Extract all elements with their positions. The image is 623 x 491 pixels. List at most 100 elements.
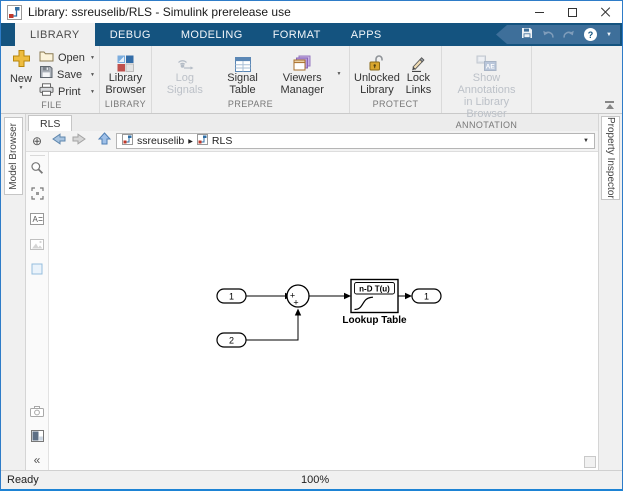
new-label: New xyxy=(9,73,32,85)
model-browser-tab[interactable]: Model Browser xyxy=(4,117,23,195)
prepare-gallery-dropdown[interactable]: ▼ xyxy=(333,49,345,99)
minimize-ribbon-button[interactable] xyxy=(605,101,614,109)
close-icon xyxy=(601,7,611,17)
window-title: Library: ssreuselib/RLS - Simulink prere… xyxy=(28,5,291,19)
tab-debug[interactable]: DEBUG xyxy=(95,23,166,46)
minimize-button[interactable] xyxy=(523,1,556,23)
workspace: A « 1 2 + + n-D T(u) Lookup Table 1 xyxy=(26,152,598,470)
unlocked-library-button[interactable]: Unlocked Library xyxy=(354,49,400,99)
log-signals-icon xyxy=(175,49,195,72)
sum-plus-bottom: + xyxy=(293,298,298,308)
palette-separator xyxy=(29,155,45,156)
unlocked-padlock-icon xyxy=(368,49,385,72)
outport-1-block[interactable]: 1 xyxy=(411,288,442,304)
main-area: Model Browser RLS ⊕ ssreuselib ▶ RLS ▼ A… xyxy=(1,114,622,470)
print-dropdown-icon[interactable]: ▼ xyxy=(90,89,95,95)
quick-access-toolbar: ? ▼ xyxy=(496,25,620,44)
up-to-parent-button[interactable] xyxy=(97,132,112,150)
breadcrumb-dropdown-icon[interactable]: ▼ xyxy=(583,138,589,144)
new-dropdown-icon[interactable]: ▼ xyxy=(19,85,24,91)
open-label: Open xyxy=(58,51,85,64)
maximize-icon xyxy=(568,7,577,17)
model-browser-label: Model Browser xyxy=(8,122,19,190)
tab-apps[interactable]: APPS xyxy=(336,23,397,46)
navigation-toolbar: ⊕ ssreuselib ▶ RLS ▼ xyxy=(26,131,598,152)
annotations-icon: AE xyxy=(476,49,497,72)
inport-2-block[interactable]: 2 xyxy=(216,332,247,348)
back-button[interactable] xyxy=(52,132,66,150)
lookup-table-block[interactable]: n-D T(u) Lookup Table xyxy=(342,278,407,327)
annotation-section-label: ANNOTATION xyxy=(455,120,518,130)
camera-icon xyxy=(30,404,44,422)
close-button[interactable] xyxy=(589,1,622,23)
show-annotations-label: Show Annotations in Library Browser xyxy=(457,72,516,120)
breadcrumb-item-rls[interactable]: RLS xyxy=(212,135,232,147)
left-panel-strip: Model Browser xyxy=(1,114,26,470)
ribbon-section-prepare: Log Signals Signal Table Viewers Manager… xyxy=(152,46,350,113)
breadcrumb[interactable]: ssreuselib ▶ RLS ▼ xyxy=(116,133,595,149)
print-button[interactable]: Print ▼ xyxy=(39,82,95,100)
qat-dropdown-icon[interactable]: ▼ xyxy=(606,32,612,38)
tab-rls[interactable]: RLS xyxy=(28,115,73,131)
ribbon-tab-strip: LIBRARY DEBUG MODELING FORMAT APPS ? ▼ xyxy=(1,23,622,46)
library-section-label: LIBRARY xyxy=(104,99,147,109)
svg-text:AE: AE xyxy=(486,64,496,71)
sum-block[interactable]: + + xyxy=(286,284,310,308)
library-browser-button[interactable]: Library Browser xyxy=(104,49,147,99)
property-inspector-label: Property Inspector xyxy=(605,117,616,199)
outport-1-label: 1 xyxy=(424,292,429,302)
document-area: RLS ⊕ ssreuselib ▶ RLS ▼ A « 1 2 + + n-D… xyxy=(26,114,598,470)
tab-modeling[interactable]: MODELING xyxy=(166,23,258,46)
svg-text:A: A xyxy=(33,215,39,224)
signal-table-button[interactable]: Signal Table xyxy=(214,49,272,99)
new-button[interactable]: New ▼ xyxy=(8,49,34,100)
viewers-manager-button[interactable]: Viewers Manager xyxy=(271,49,333,99)
open-button[interactable]: Open ▼ xyxy=(39,49,95,66)
help-icon[interactable]: ? xyxy=(584,28,598,41)
tab-library[interactable]: LIBRARY xyxy=(15,23,95,46)
breadcrumb-item-ssreuselib[interactable]: ssreuselib xyxy=(137,135,184,147)
ribbon: New ▼ Open ▼ Save ▼ Print ▼ FILE Library… xyxy=(1,46,622,130)
ribbon-section-library: Library Browser LIBRARY xyxy=(100,46,152,113)
show-annotations-button: AE Show Annotations in Library Browser xyxy=(446,49,527,120)
lock-links-pencil-icon xyxy=(410,49,426,72)
tab-format[interactable]: FORMAT xyxy=(258,23,336,46)
screenshot-icon[interactable] xyxy=(30,429,44,447)
property-inspector-tab[interactable]: Property Inspector xyxy=(601,116,620,200)
signal-table-label: Signal Table xyxy=(227,72,258,96)
annotation-tool-icon[interactable]: A xyxy=(30,212,44,230)
title-bar: Library: ssreuselib/RLS - Simulink prere… xyxy=(1,1,622,23)
breadcrumb-separator-icon: ▶ xyxy=(188,138,193,145)
save-icon xyxy=(39,65,53,84)
save-icon[interactable] xyxy=(521,26,533,44)
library-browser-icon xyxy=(117,49,134,72)
prepare-dropdown-icon: ▼ xyxy=(336,71,342,77)
print-label: Print xyxy=(58,85,81,98)
diagram-canvas[interactable]: 1 2 + + n-D T(u) Lookup Table 1 xyxy=(49,152,598,470)
library-browser-label: Library Browser xyxy=(105,72,146,96)
unlocked-library-label: Unlocked Library xyxy=(354,72,400,96)
right-panel-strip: Property Inspector xyxy=(598,114,622,470)
ribbon-section-protect: Unlocked Library Lock Links PROTECT xyxy=(350,46,442,113)
log-signals-label: Log Signals xyxy=(166,72,203,96)
redo-icon[interactable] xyxy=(563,26,575,44)
save-button[interactable]: Save ▼ xyxy=(39,66,95,83)
fit-to-view-icon[interactable] xyxy=(30,187,44,205)
signal-table-icon xyxy=(234,49,251,72)
canvas-corner-widget[interactable] xyxy=(584,456,596,468)
minimize-icon xyxy=(535,11,544,13)
area-box-icon[interactable] xyxy=(31,262,43,280)
subsystem-icon xyxy=(196,132,208,150)
save-dropdown-icon[interactable]: ▼ xyxy=(90,72,95,78)
undo-icon[interactable] xyxy=(542,26,554,44)
lock-links-label: Lock Links xyxy=(405,72,432,96)
inport-1-block[interactable]: 1 xyxy=(216,288,247,304)
maximize-button[interactable] xyxy=(556,1,589,23)
lock-links-button[interactable]: Lock Links xyxy=(400,49,437,99)
collapse-toolbar-icon[interactable]: « xyxy=(34,454,41,466)
open-dropdown-icon[interactable]: ▼ xyxy=(90,55,95,61)
forward-button[interactable] xyxy=(72,132,86,150)
hide-explorer-bar-button[interactable]: ⊕ xyxy=(29,134,45,148)
zoom-icon[interactable] xyxy=(30,161,44,180)
lookup-block-name: Lookup Table xyxy=(342,315,407,326)
